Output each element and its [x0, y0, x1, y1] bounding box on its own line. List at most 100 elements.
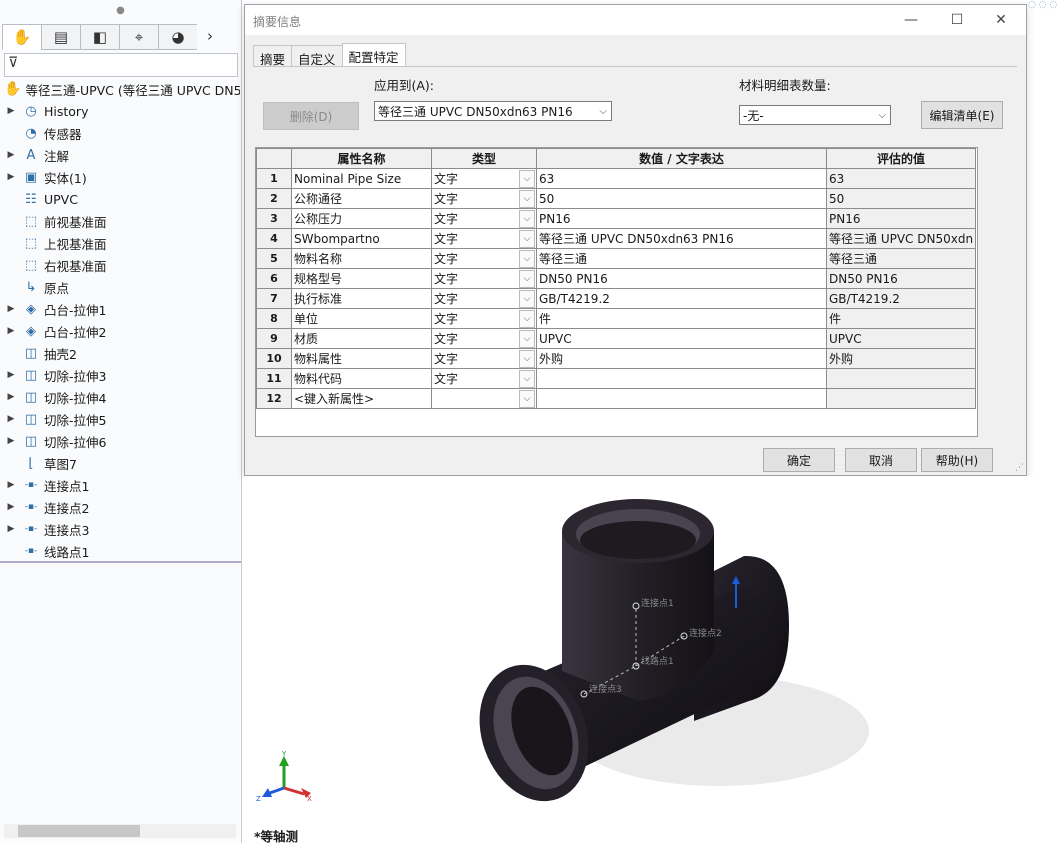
tree-item[interactable]: ▶ ◫ 切除-拉伸5	[0, 408, 241, 430]
row-number[interactable]: 6	[256, 268, 292, 289]
property-name-cell[interactable]: 单位	[291, 308, 432, 329]
row-number[interactable]: 4	[256, 228, 292, 249]
type-cell[interactable]: 文字 ⌵	[431, 188, 537, 209]
expand-arrow-icon[interactable]: ▶	[0, 370, 22, 380]
tree-item[interactable]: ▶ ◷ History	[0, 100, 241, 122]
panel-grip[interactable]: ●	[0, 0, 241, 22]
chevron-down-icon[interactable]: ⌵	[519, 210, 535, 228]
property-name-cell[interactable]: SWbompartno	[291, 228, 432, 249]
row-number[interactable]: 5	[256, 248, 292, 269]
tree-root-part[interactable]: ✋ 等径三通-UPVC (等径三通 UPVC DN50	[4, 79, 240, 99]
expand-arrow-icon[interactable]: ▶	[0, 502, 22, 512]
ok-button[interactable]: 确定	[763, 448, 835, 472]
minimize-button[interactable]: —	[895, 9, 927, 31]
header-value[interactable]: 数值 / 文字表达	[536, 148, 827, 169]
help-button[interactable]: 帮助(H)	[921, 448, 993, 472]
value-expression-cell[interactable]: 等径三通	[536, 248, 827, 269]
tree-item[interactable]: ☷ UPVC	[0, 188, 241, 210]
value-expression-cell[interactable]: GB/T4219.2	[536, 288, 827, 309]
value-expression-cell[interactable]: 件	[536, 308, 827, 329]
value-expression-cell[interactable]: 外购	[536, 348, 827, 369]
chevron-down-icon[interactable]: ⌵	[519, 230, 535, 248]
row-number[interactable]: 3	[256, 208, 292, 229]
type-cell[interactable]: 文字 ⌵	[431, 328, 537, 349]
row-number[interactable]: 2	[256, 188, 292, 209]
value-expression-cell[interactable]: 等径三通 UPVC DN50xdn63 PN16	[536, 228, 827, 249]
tree-item[interactable]: ▶ ◫ 切除-拉伸3	[0, 364, 241, 386]
expand-arrow-icon[interactable]: ▶	[0, 392, 22, 402]
chevron-down-icon[interactable]: ⌵	[519, 170, 535, 188]
graphics-viewport[interactable]: 连接点1 连接点2 线路点1 连接点3 Y X Z *等轴测	[244, 476, 1061, 844]
tree-item[interactable]: ↳ 原点	[0, 276, 241, 298]
type-cell[interactable]: 文字 ⌵	[431, 248, 537, 269]
value-expression-cell[interactable]: PN16	[536, 208, 827, 229]
tree-item[interactable]: ⌊ 草图7	[0, 452, 241, 474]
header-type[interactable]: 类型	[431, 148, 537, 169]
delete-button[interactable]: 删除(D)	[263, 102, 359, 130]
chevron-down-icon[interactable]: ⌵	[519, 190, 535, 208]
row-number[interactable]: 7	[256, 288, 292, 309]
type-cell[interactable]: 文字 ⌵	[431, 228, 537, 249]
apply-to-select[interactable]: 等径三通 UPVC DN50xdn63 PN16 ⌵	[374, 101, 612, 121]
tree-item[interactable]: ▶ -▪- 连接点2	[0, 496, 241, 518]
value-expression-cell[interactable]	[536, 388, 827, 409]
chevron-down-icon[interactable]: ⌵	[519, 370, 535, 388]
expand-arrow-icon[interactable]: ▶	[0, 480, 22, 490]
tree-item[interactable]: ⬚ 右视基准面	[0, 254, 241, 276]
property-name-cell[interactable]: 规格型号	[291, 268, 432, 289]
value-expression-cell[interactable]: UPVC	[536, 328, 827, 349]
type-cell[interactable]: 文字 ⌵	[431, 208, 537, 229]
tree-item[interactable]: ◔ 传感器	[0, 122, 241, 144]
grid-corner-cell[interactable]	[256, 148, 292, 169]
expand-arrow-icon[interactable]: ▶	[0, 436, 22, 446]
expand-arrow-icon[interactable]: ▶	[0, 150, 22, 160]
property-name-cell[interactable]: 物料属性	[291, 348, 432, 369]
value-expression-cell[interactable]: 63	[536, 168, 827, 189]
expand-arrow-icon[interactable]: ▶	[0, 524, 22, 534]
row-number[interactable]: 1	[256, 168, 292, 189]
tab-dimxpert-manager[interactable]: ⌖	[119, 24, 158, 50]
tree-horizontal-scrollbar[interactable]	[4, 824, 236, 838]
property-name-cell[interactable]: 公称压力	[291, 208, 432, 229]
row-number[interactable]: 11	[256, 368, 292, 389]
row-number[interactable]: 12	[256, 388, 292, 409]
type-cell[interactable]: ⌵	[431, 388, 537, 409]
scrollbar-thumb[interactable]	[18, 825, 140, 837]
axis-triad[interactable]: Y X Z	[256, 750, 312, 803]
expand-arrow-icon[interactable]: ▶	[0, 304, 22, 314]
property-name-cell[interactable]: 物料代码	[291, 368, 432, 389]
type-cell[interactable]: 文字 ⌵	[431, 288, 537, 309]
row-number[interactable]: 8	[256, 308, 292, 329]
value-expression-cell[interactable]	[536, 368, 827, 389]
chevron-down-icon[interactable]: ⌵	[519, 270, 535, 288]
tree-item[interactable]: ▶ ◈ 凸台-拉伸1	[0, 298, 241, 320]
tree-item[interactable]: ▶ ▣ 实体(1)	[0, 166, 241, 188]
chevron-down-icon[interactable]: ⌵	[519, 310, 535, 328]
type-cell[interactable]: 文字 ⌵	[431, 368, 537, 389]
resize-grip-icon[interactable]: ⋰	[1015, 463, 1024, 473]
tab-display-manager[interactable]: ◕	[158, 24, 197, 50]
value-expression-cell[interactable]: 50	[536, 188, 827, 209]
chevron-down-icon[interactable]: ⌵	[519, 290, 535, 308]
tree-item[interactable]: ⬚ 上视基准面	[0, 232, 241, 254]
expand-arrow-icon[interactable]: ▶	[0, 326, 22, 336]
tree-item[interactable]: -▪- 线路点1	[0, 540, 241, 562]
tab-property-manager[interactable]: ▤	[41, 24, 80, 50]
tree-item[interactable]: ▶ ◫ 切除-拉伸6	[0, 430, 241, 452]
tab-feature-manager[interactable]: ✋	[2, 24, 41, 50]
expand-arrow-icon[interactable]: ▶	[0, 414, 22, 424]
maximize-button[interactable]: ☐	[941, 9, 973, 31]
expand-arrow-icon[interactable]: ▶	[0, 106, 22, 116]
bom-qty-select[interactable]: -无- ⌵	[739, 105, 891, 125]
row-number[interactable]: 10	[256, 348, 292, 369]
property-name-cell[interactable]: <键入新属性>	[291, 388, 432, 409]
close-button[interactable]: ✕	[985, 9, 1017, 31]
property-name-cell[interactable]: 材质	[291, 328, 432, 349]
chevron-down-icon[interactable]: ⌵	[519, 390, 535, 408]
header-evaluated[interactable]: 评估的值	[825, 148, 977, 169]
tree-item[interactable]: ▶ A 注解	[0, 144, 241, 166]
tree-item[interactable]: ▶ ◫ 切除-拉伸4	[0, 386, 241, 408]
chevron-down-icon[interactable]: ⌵	[519, 250, 535, 268]
expand-arrow-icon[interactable]: ▶	[0, 172, 22, 182]
tree-item[interactable]: ▶ -▪- 连接点3	[0, 518, 241, 540]
